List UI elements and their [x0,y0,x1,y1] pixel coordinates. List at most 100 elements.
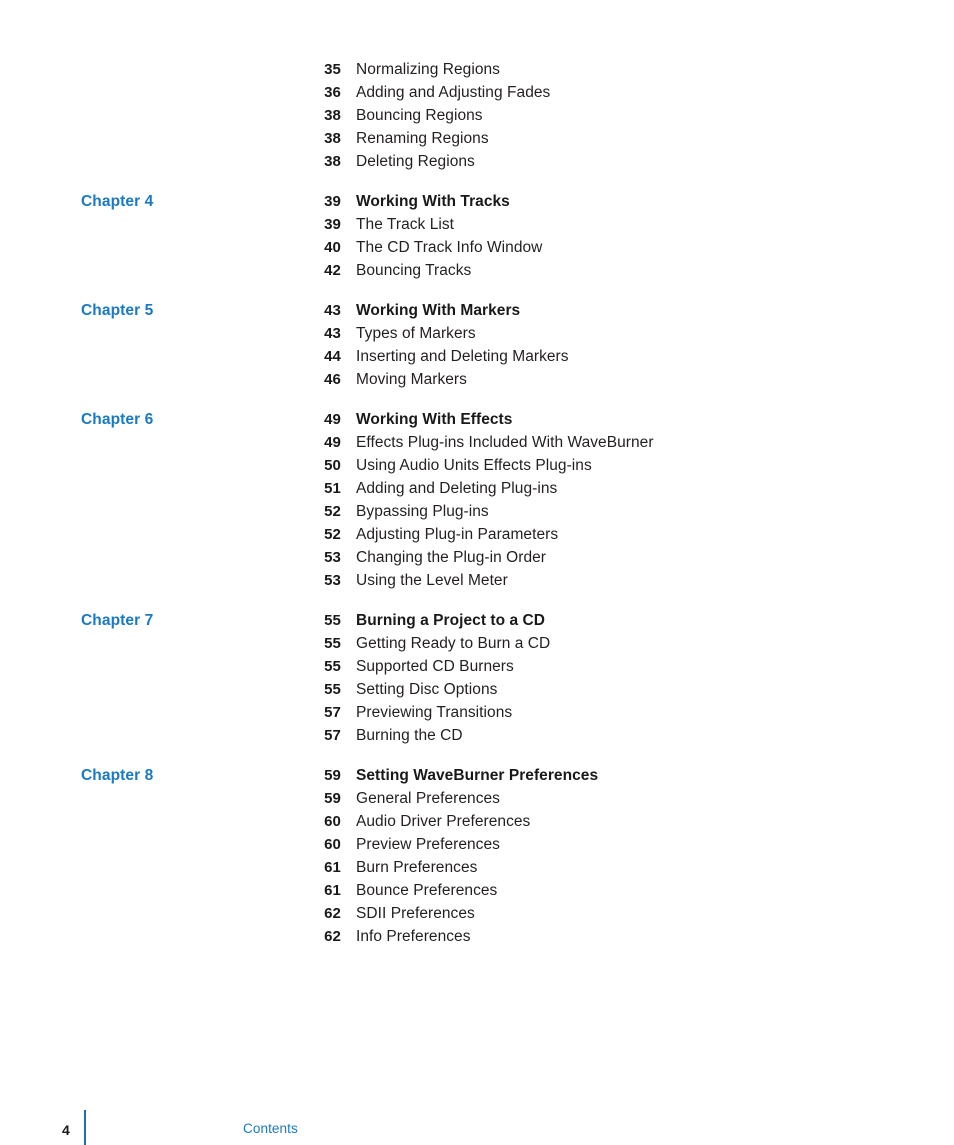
toc-group: Chapter 7 55 Burning a Project to a CD 55 Ge… [0,609,954,747]
toc-entry-page-number: 49 [324,434,341,451]
toc-entry-title[interactable]: Burn Preferences [356,856,477,879]
toc-entry-page-number: 62 [324,905,341,922]
toc-entry[interactable]: Chapter 8 59 Setting WaveBurner Preference… [0,764,954,787]
toc-entry[interactable]: Chapter 5 43 Working With Markers [0,299,954,322]
toc-entry[interactable]: 61 Burn Preferences [0,856,954,879]
toc-entry[interactable]: 36 Adding and Adjusting Fades [0,81,954,104]
toc-entry-page-number: 59 [324,767,341,784]
toc-entry-page-number: 62 [324,928,341,945]
toc-entry-title[interactable]: Normalizing Regions [356,58,500,81]
toc-chapter-title[interactable]: Working With Tracks [356,190,510,213]
toc-entry[interactable]: Chapter 4 39 Working With Tracks [0,190,954,213]
toc-entry-title[interactable]: Bypassing Plug-ins [356,500,489,523]
toc-entry-title[interactable]: Adding and Adjusting Fades [356,81,550,104]
chapter-label: Chapter 7 [81,612,154,629]
table-of-contents: 35 Normalizing Regions 36 Adding and Adjust… [0,58,954,948]
toc-entry-title[interactable]: Burning the CD [356,724,463,747]
toc-entry[interactable]: 49 Effects Plug-ins Included With WaveBur… [0,431,954,454]
toc-entry[interactable]: 35 Normalizing Regions [0,58,954,81]
toc-chapter-title[interactable]: Setting WaveBurner Preferences [356,764,598,787]
toc-entry[interactable]: 52 Bypassing Plug-ins [0,500,954,523]
toc-entry-title[interactable]: Setting Disc Options [356,678,497,701]
page-footer: 4 Contents [0,1085,954,1145]
toc-entry-title[interactable]: Effects Plug-ins Included With WaveBurne… [356,431,654,454]
toc-entry[interactable]: 60 Audio Driver Preferences [0,810,954,833]
toc-entry-page-number: 36 [324,84,341,101]
toc-entry-title[interactable]: Getting Ready to Burn a CD [356,632,550,655]
toc-entry-page-number: 40 [324,239,341,256]
toc-entry-title[interactable]: Preview Preferences [356,833,500,856]
toc-entry[interactable]: 38 Bouncing Regions [0,104,954,127]
toc-entry-page-number: 57 [324,727,341,744]
toc-entry[interactable]: 38 Deleting Regions [0,150,954,173]
toc-entry-title[interactable]: Info Preferences [356,925,471,948]
toc-entry-title[interactable]: Previewing Transitions [356,701,512,724]
toc-entry-title[interactable]: Using Audio Units Effects Plug-ins [356,454,592,477]
toc-entry[interactable]: 50 Using Audio Units Effects Plug-ins [0,454,954,477]
toc-entry-page-number: 43 [324,325,341,342]
toc-entry-title[interactable]: General Preferences [356,787,500,810]
toc-entry[interactable]: 38 Renaming Regions [0,127,954,150]
toc-entry[interactable]: 57 Previewing Transitions [0,701,954,724]
toc-entry-page-number: 52 [324,526,341,543]
toc-entry[interactable]: 53 Using the Level Meter [0,569,954,592]
toc-entry-title[interactable]: Moving Markers [356,368,467,391]
toc-entry-title[interactable]: Bouncing Tracks [356,259,471,282]
toc-entry[interactable]: 52 Adjusting Plug-in Parameters [0,523,954,546]
toc-entry[interactable]: 62 Info Preferences [0,925,954,948]
toc-entry[interactable]: Chapter 7 55 Burning a Project to a CD [0,609,954,632]
toc-entry-page-number: 49 [324,411,341,428]
toc-entry-title[interactable]: The Track List [356,213,454,236]
toc-entry[interactable]: 59 General Preferences [0,787,954,810]
toc-group: Chapter 6 49 Working With Effects 49 Effects… [0,408,954,592]
toc-entry[interactable]: 55 Supported CD Burners [0,655,954,678]
toc-entry-page-number: 35 [324,61,341,78]
toc-entry[interactable]: 44 Inserting and Deleting Markers [0,345,954,368]
chapter-label: Chapter 4 [81,193,154,210]
toc-entry[interactable]: 57 Burning the CD [0,724,954,747]
chapter-label: Chapter 8 [81,767,154,784]
chapter-label: Chapter 5 [81,302,154,319]
toc-entry-page-number: 38 [324,130,341,147]
toc-entry-page-number: 43 [324,302,341,319]
toc-entry[interactable]: 40 The CD Track Info Window [0,236,954,259]
toc-entry[interactable]: 51 Adding and Deleting Plug-ins [0,477,954,500]
toc-entry-title[interactable]: Types of Markers [356,322,476,345]
toc-entry-title[interactable]: Audio Driver Preferences [356,810,530,833]
toc-entry-title[interactable]: Supported CD Burners [356,655,514,678]
toc-entry[interactable]: 60 Preview Preferences [0,833,954,856]
toc-entry-page-number: 57 [324,704,341,721]
toc-entry[interactable]: 55 Setting Disc Options [0,678,954,701]
toc-entry-title[interactable]: Adjusting Plug-in Parameters [356,523,558,546]
toc-entry[interactable]: 62 SDII Preferences [0,902,954,925]
toc-entry-title[interactable]: Adding and Deleting Plug-ins [356,477,557,500]
toc-entry-page-number: 38 [324,153,341,170]
toc-entry[interactable]: 46 Moving Markers [0,368,954,391]
toc-entry-title[interactable]: Bouncing Regions [356,104,483,127]
toc-entry-title[interactable]: SDII Preferences [356,902,475,925]
toc-chapter-title[interactable]: Burning a Project to a CD [356,609,545,632]
toc-entry-title[interactable]: Using the Level Meter [356,569,508,592]
toc-entry[interactable]: 53 Changing the Plug-in Order [0,546,954,569]
toc-entry[interactable]: 61 Bounce Preferences [0,879,954,902]
toc-entry[interactable]: 55 Getting Ready to Burn a CD [0,632,954,655]
toc-entry-page-number: 52 [324,503,341,520]
toc-entry-page-number: 46 [324,371,341,388]
toc-entry-page-number: 55 [324,681,341,698]
toc-entry-title[interactable]: Renaming Regions [356,127,489,150]
toc-entry-title[interactable]: The CD Track Info Window [356,236,542,259]
toc-chapter-title[interactable]: Working With Effects [356,408,512,431]
toc-entry-title[interactable]: Deleting Regions [356,150,475,173]
toc-entry[interactable]: 42 Bouncing Tracks [0,259,954,282]
toc-entry-page-number: 44 [324,348,341,365]
toc-entry[interactable]: 39 The Track List [0,213,954,236]
toc-chapter-title[interactable]: Working With Markers [356,299,520,322]
toc-entry[interactable]: Chapter 6 49 Working With Effects [0,408,954,431]
toc-entry-title[interactable]: Inserting and Deleting Markers [356,345,569,368]
toc-entry[interactable]: 43 Types of Markers [0,322,954,345]
toc-entry-page-number: 38 [324,107,341,124]
toc-group: Chapter 4 39 Working With Tracks 39 The Trac… [0,190,954,282]
toc-entry-page-number: 50 [324,457,341,474]
toc-entry-title[interactable]: Bounce Preferences [356,879,497,902]
toc-entry-title[interactable]: Changing the Plug-in Order [356,546,546,569]
